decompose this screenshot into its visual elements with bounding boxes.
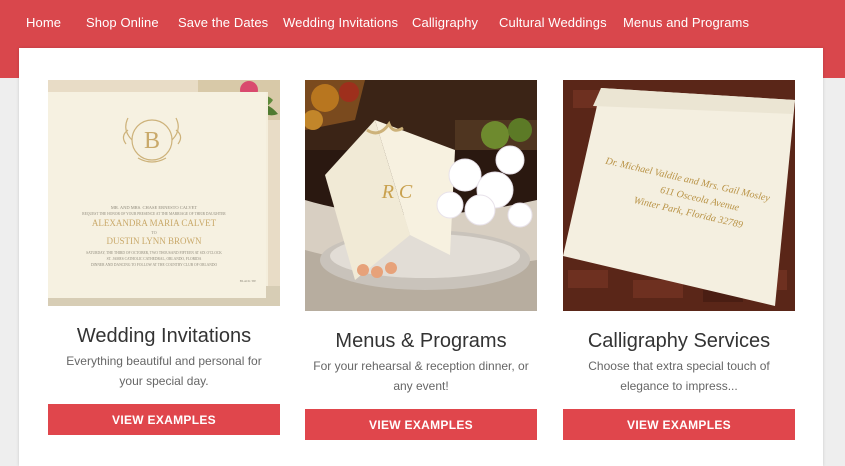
view-examples-button[interactable]: VIEW EXAMPLES — [563, 409, 795, 440]
content-panel: B MR. AND MRS. CHASE ERNESTO CALVET REQU… — [19, 48, 823, 466]
nav-item-cultural-weddings[interactable]: Cultural Weddings — [499, 15, 607, 30]
card-title: Menus & Programs — [335, 330, 507, 352]
card-description-line-2: any event! — [393, 379, 449, 393]
monogram-letter: B — [144, 128, 160, 154]
main-nav: Home Shop Online Save the Dates Wedding … — [0, 0, 845, 44]
view-examples-button[interactable]: VIEW EXAMPLES — [305, 409, 537, 440]
nav-item-calligraphy[interactable]: Calligraphy — [412, 15, 478, 30]
calligraphy-photo[interactable]: Dr. Michael Valdile and Mrs. Gail Mosley… — [563, 80, 795, 311]
nav-item-home[interactable]: Home — [26, 15, 61, 30]
invite-reception: DINNER AND DANCING TO FOLLOW AT THE COUN… — [91, 263, 218, 267]
invite-groom: DUSTIN LYNN BROWN — [106, 236, 202, 246]
card-menus-and-programs: R C Menus & Programs For your rehearsal … — [305, 80, 537, 445]
nav-item-save-the-dates[interactable]: Save the Dates — [178, 15, 268, 30]
card-description-line-2: your special day. — [119, 374, 209, 388]
card-title: Wedding Invitations — [76, 325, 252, 347]
menus-programs-photo[interactable]: R C — [305, 80, 537, 311]
invite-bride: ALEXANDRA MARIA CALVET — [92, 218, 217, 228]
card-title: Calligraphy Services — [587, 330, 771, 352]
card-description-line-1: Everything beautiful and personal for — [66, 354, 262, 368]
card-wedding-invitations: B MR. AND MRS. CHASE ERNESTO CALVET REQU… — [48, 80, 280, 440]
wedding-invitation-photo[interactable]: B MR. AND MRS. CHASE ERNESTO CALVET REQU… — [48, 80, 280, 306]
card-calligraphy-services: Dr. Michael Valdile and Mrs. Gail Mosley… — [563, 80, 795, 445]
invite-to: TO — [151, 230, 156, 235]
card-description-line-1: Choose that extra special touch of — [588, 359, 770, 373]
nav-item-wedding-invitations[interactable]: Wedding Invitations — [283, 15, 398, 30]
card-description-line-1: For your rehearsal & reception dinner, o… — [313, 359, 529, 373]
nav-item-menus-and-programs[interactable]: Menus and Programs — [623, 15, 749, 30]
invite-hosts: MR. AND MRS. CHASE ERNESTO CALVET — [111, 205, 197, 210]
nav-item-shop-online[interactable]: Shop Online — [86, 15, 159, 30]
invite-request: REQUEST THE HONOR OF YOUR PRESENCE AT TH… — [82, 212, 226, 216]
card-description-line-2: elegance to impress... — [620, 379, 738, 393]
view-examples-button[interactable]: VIEW EXAMPLES — [48, 404, 280, 435]
menu-monogram: R C — [381, 181, 413, 203]
invite-dress-code: BLACK TIE — [240, 279, 257, 283]
